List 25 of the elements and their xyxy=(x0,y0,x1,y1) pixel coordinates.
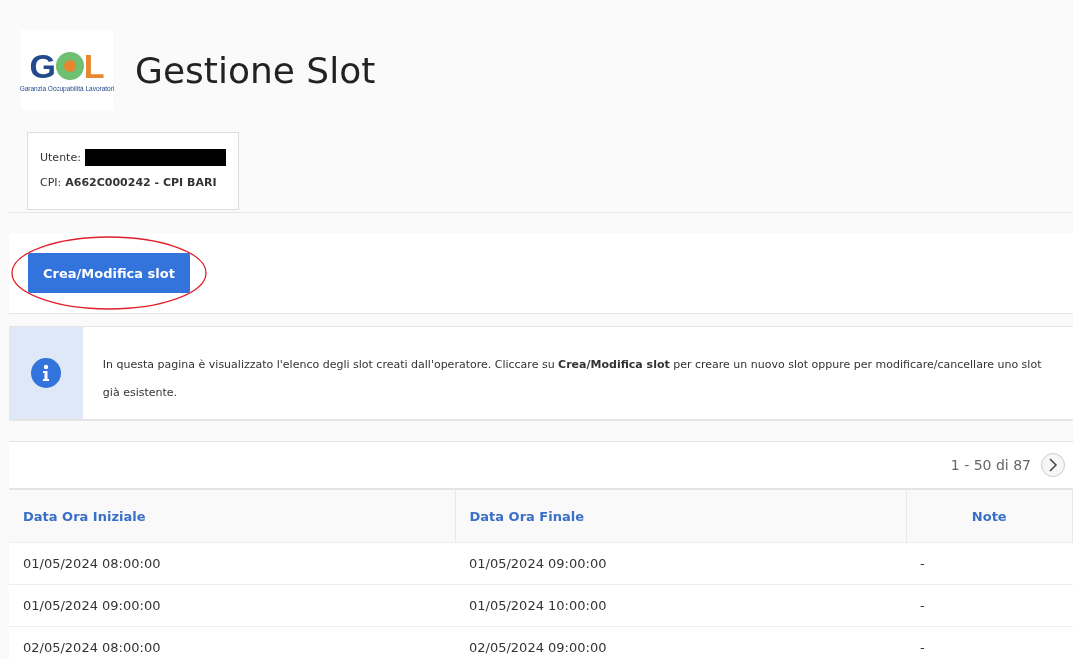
table-cell: 01/05/2024 08:00:00 xyxy=(9,542,455,585)
table-cell: - xyxy=(906,626,1073,659)
table-cell: - xyxy=(906,584,1073,627)
user-label: Utente: xyxy=(40,151,81,164)
table-cell: 02/05/2024 09:00:00 xyxy=(455,626,906,659)
table-cell: 02/05/2024 08:00:00 xyxy=(9,626,455,659)
column-header: Note xyxy=(906,489,1073,543)
table-cell: 01/05/2024 09:00:00 xyxy=(9,584,455,627)
create-edit-slot-button[interactable]: Crea/Modifica slot xyxy=(28,253,190,293)
table-cell: 01/05/2024 09:00:00 xyxy=(455,542,906,585)
column-header: Data Ora Finale xyxy=(455,489,906,543)
page-title: Gestione Slot xyxy=(135,49,376,91)
cpi-label: CPI: xyxy=(40,176,62,189)
info-icon xyxy=(30,358,61,388)
pagination-range: 1 - 50 di 87 xyxy=(950,457,1031,473)
chevron-right-icon xyxy=(1048,458,1058,472)
table-cell: - xyxy=(906,542,1073,585)
column-header: Data Ora Iniziale xyxy=(9,489,455,543)
logo-letter: G xyxy=(29,48,56,83)
logo-ring-icon xyxy=(55,51,84,80)
table-cell: 01/05/2024 10:00:00 xyxy=(455,584,906,627)
info-message: In questa pagina è visualizzato l'elenco degli slot creati dall'operatore. Cliccare su Crea/Modifica slot per creare un nuovo slot oppure per modificare/cancellare uno slot già esistente. xyxy=(101,357,1043,401)
logo-letter: L xyxy=(83,48,105,83)
next-page-button[interactable] xyxy=(1041,453,1065,477)
cpi-value: A662C000242 - CPI BARI xyxy=(65,176,217,189)
